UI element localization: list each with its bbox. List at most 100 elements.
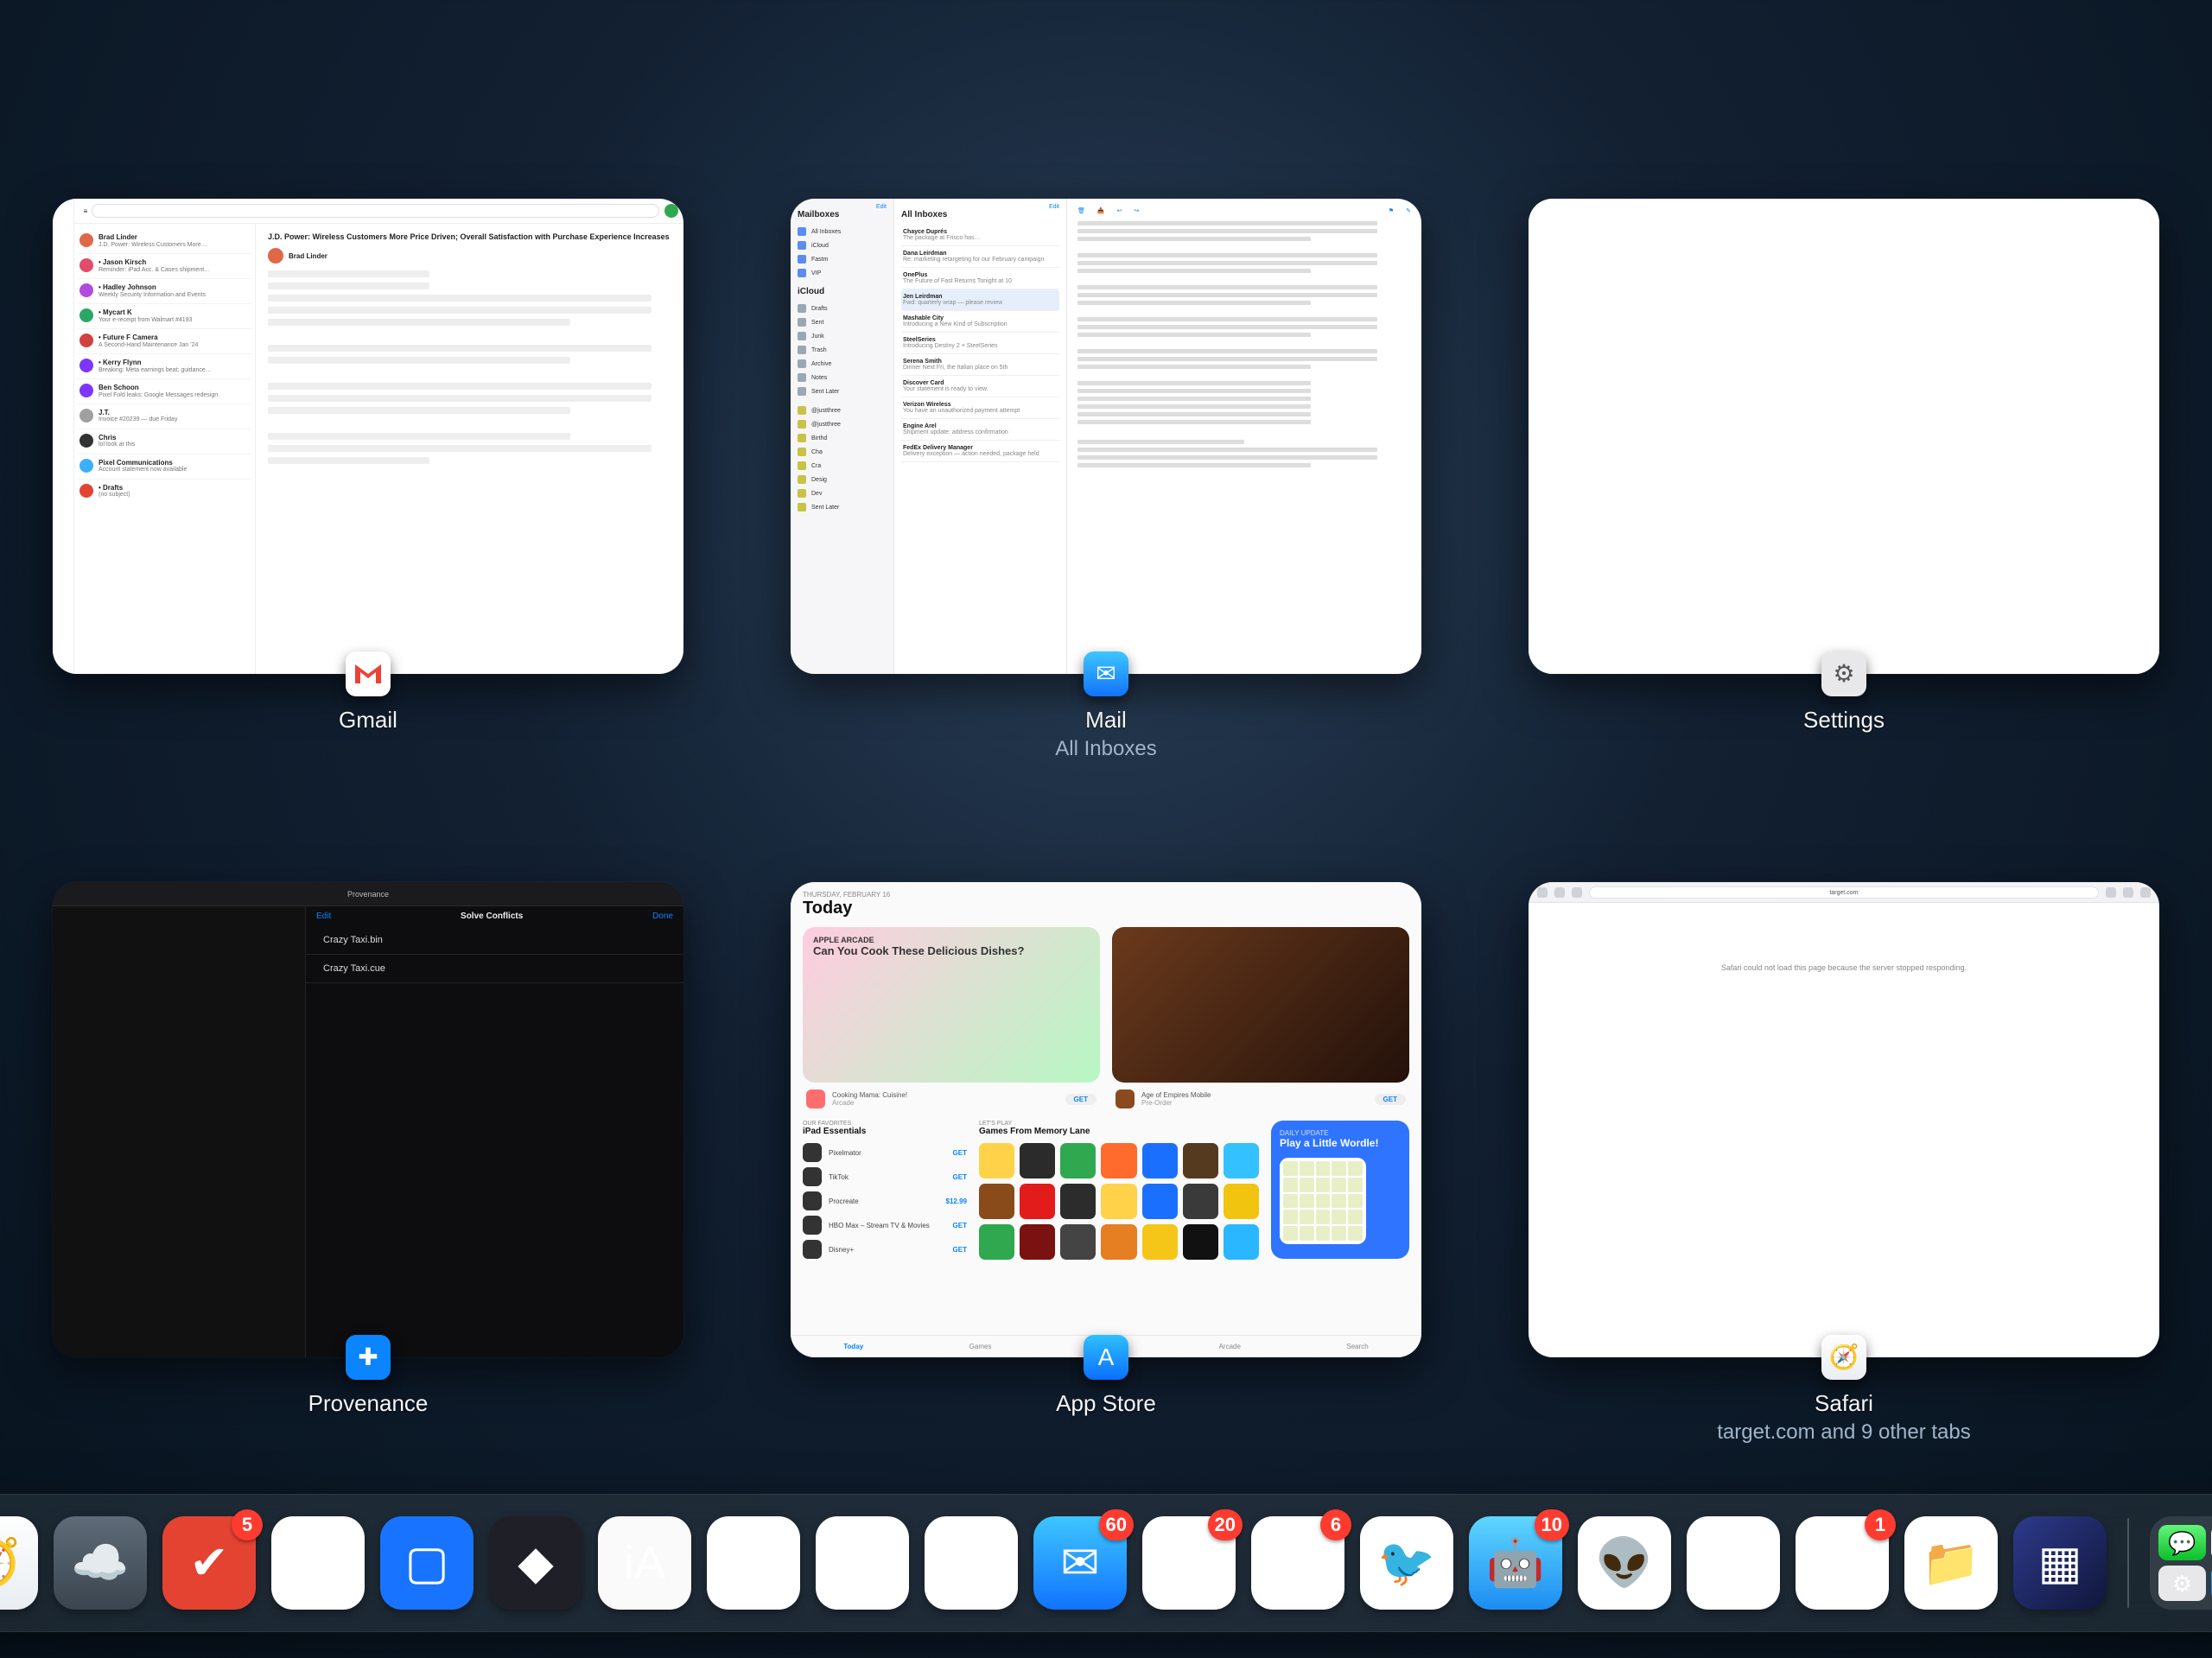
- folder-icon: [798, 503, 806, 511]
- dock-recent-apps[interactable]: 💬16⚙︎A25: [2150, 1516, 2212, 1610]
- notion-icon: N: [302, 1540, 335, 1586]
- appstore-date: THURSDAY, FEBRUARY 16: [803, 891, 1409, 899]
- dock-app-outlook[interactable]: ✉︎20: [1142, 1516, 1236, 1610]
- dock-app-mail[interactable]: ✉︎60: [1033, 1516, 1127, 1610]
- all-inboxes-header: All Inboxes: [901, 210, 1059, 219]
- appstore-icon: A: [1084, 1335, 1128, 1380]
- game-tile: [979, 1224, 1014, 1260]
- switcher-card-settings[interactable]: ⚙︎ Settings: [1529, 199, 2159, 761]
- dock-app-slack[interactable]: ⌗1: [1796, 1516, 1889, 1610]
- dock-app-ia[interactable]: iA: [598, 1516, 691, 1610]
- dock-app-safari[interactable]: 🧭: [0, 1516, 38, 1610]
- flag-icon: ⚑: [1389, 207, 1394, 214]
- folder-icon: [798, 359, 806, 368]
- notification-badge: 1: [1865, 1509, 1896, 1540]
- gmail-thumbnail: ≡ Brad LinderJ.D. Power: Wireless Custom…: [53, 199, 683, 674]
- folder-icon: [798, 373, 806, 382]
- folder-icon: [798, 332, 806, 340]
- reply-icon: ↩︎: [1117, 207, 1122, 214]
- game-tile: [1224, 1224, 1259, 1260]
- trash-icon: 🗑: [1077, 207, 1085, 214]
- dock-app-music[interactable]: ♪: [1687, 1516, 1780, 1610]
- hero-subcard: Age of Empires MobilePre-Order GET: [1112, 1089, 1409, 1109]
- folder-icon: [798, 318, 806, 327]
- dock-app-files[interactable]: 📁: [1904, 1516, 1998, 1610]
- game-tile: [1142, 1224, 1178, 1260]
- dock-app-todoist[interactable]: ✔︎5: [162, 1516, 256, 1610]
- compose-icon: ✎: [1406, 207, 1411, 214]
- provenance-thumbnail: Provenance Edit Solve Conflicts Done Cra…: [53, 882, 683, 1357]
- avatar-icon: [79, 434, 93, 448]
- avatar-icon: [79, 409, 93, 422]
- switcher-card-gmail[interactable]: ≡ Brad LinderJ.D. Power: Wireless Custom…: [53, 199, 683, 761]
- settings-thumbnail: [1529, 199, 2159, 674]
- tweetbot-icon: 🤖: [1486, 1540, 1544, 1586]
- dock-app-apollo[interactable]: 👽: [1578, 1516, 1671, 1610]
- things-icon: ▭: [840, 1540, 884, 1586]
- gmail-thread: Brad LinderJ.D. Power: Wireless Customer…: [78, 229, 251, 254]
- provenance-title: Solve Conflicts: [461, 912, 523, 921]
- apollo-icon: 👽: [1595, 1540, 1653, 1586]
- dock-app-obsidian[interactable]: ◆: [489, 1516, 582, 1610]
- mail-folder: Notes: [798, 371, 887, 384]
- asana-icon: ⦿: [948, 1540, 995, 1586]
- mail-folder: Drafts: [798, 302, 887, 315]
- dock-app-notion[interactable]: N: [271, 1516, 365, 1610]
- card-title: App Store: [1056, 1390, 1156, 1417]
- slack-icon: ⌗: [1829, 1540, 1855, 1586]
- mail-folder: Archive: [798, 357, 887, 371]
- gmail-icon: [346, 651, 391, 696]
- notification-badge: 60: [1099, 1509, 1134, 1540]
- archive-icon: 📥: [1097, 207, 1105, 214]
- address-field: target.com: [1589, 886, 2099, 899]
- safari-icon: 🧭: [1821, 1335, 1866, 1380]
- gmail-thread: • Future F CameraA Second-Hand Maintenan…: [78, 329, 251, 354]
- mail-folder: Cra: [798, 459, 887, 473]
- dock-app-asana[interactable]: ⦿: [925, 1516, 1018, 1610]
- mail-message: Dana LeirdmanRe: marketing retargeting f…: [901, 246, 1059, 268]
- mail-folder: iCloud: [798, 238, 887, 252]
- shortcuts-icon: ▦: [2037, 1540, 2082, 1586]
- gmail-thread: • Kerry FlynnBreaking: Meta earnings bea…: [78, 354, 251, 379]
- tab-search: Search: [1346, 1343, 1368, 1350]
- dock-app-gmail[interactable]: M6: [1251, 1516, 1344, 1610]
- back-icon: [1554, 887, 1565, 898]
- dock-app-weather[interactable]: ☁️: [54, 1516, 147, 1610]
- tabs-icon: [2140, 887, 2151, 898]
- dock-app-shortcuts[interactable]: ▦: [2013, 1516, 2107, 1610]
- mail-icon: ✉︎: [1084, 651, 1128, 696]
- game-tile: [1224, 1143, 1259, 1178]
- get-button: GET: [1065, 1094, 1096, 1105]
- recent-settings[interactable]: ⚙︎: [2158, 1566, 2206, 1601]
- hero-card: APPLE ARCADECan You Cook These Delicious…: [803, 927, 1100, 1083]
- card-subtitle: target.com and 9 other tabs: [1717, 1420, 1971, 1445]
- switcher-card-appstore[interactable]: THURSDAY, FEBRUARY 16 Today APPLE ARCADE…: [791, 882, 1421, 1445]
- switcher-card-provenance[interactable]: Provenance Edit Solve Conflicts Done Cra…: [53, 882, 683, 1445]
- avatar-icon: [79, 308, 93, 322]
- app-icon: [803, 1216, 822, 1235]
- gmail-icon: M: [1279, 1540, 1318, 1586]
- switcher-card-safari[interactable]: target.com Safari could not load this pa…: [1529, 882, 2159, 1445]
- game-tile: [1101, 1184, 1136, 1219]
- get-button: GET: [953, 1173, 967, 1181]
- screens-icon: ▢: [404, 1540, 448, 1586]
- gmail-thread: J.T.Invoice #20239 — due Friday: [78, 404, 251, 429]
- dock-app-tweetbot[interactable]: 🤖10: [1469, 1516, 1562, 1610]
- dock-app-screens[interactable]: ▢: [380, 1516, 474, 1610]
- mail-folder: Trash: [798, 343, 887, 357]
- mail-folder: All Inboxes: [798, 225, 887, 238]
- dock-app-freeform[interactable]: 〰︎: [707, 1516, 800, 1610]
- dock-app-things[interactable]: ▭: [816, 1516, 909, 1610]
- dock-app-twitter[interactable]: 🐦: [1360, 1516, 1453, 1610]
- mail-icon: ✉︎: [1060, 1540, 1099, 1586]
- notification-badge: 6: [1320, 1509, 1351, 1540]
- mail-message: Chayce DuprésThe package at Frisco has…: [901, 225, 1059, 246]
- appstore-essential-row: HBO Max – Stream TV & MoviesGET: [803, 1216, 967, 1235]
- tab-games: Games: [969, 1343, 992, 1350]
- mini-icon: ⚙︎: [2172, 1572, 2192, 1595]
- game-tile: [1101, 1143, 1136, 1178]
- switcher-card-mail[interactable]: Edit Mailboxes All InboxesiCloudFastmVIP…: [791, 199, 1421, 761]
- newtab-icon: [2123, 887, 2133, 898]
- gmail-thread: Ben SchoonPixel Fold leaks; Google Messa…: [78, 379, 251, 404]
- recent-messages[interactable]: 💬: [2158, 1525, 2206, 1560]
